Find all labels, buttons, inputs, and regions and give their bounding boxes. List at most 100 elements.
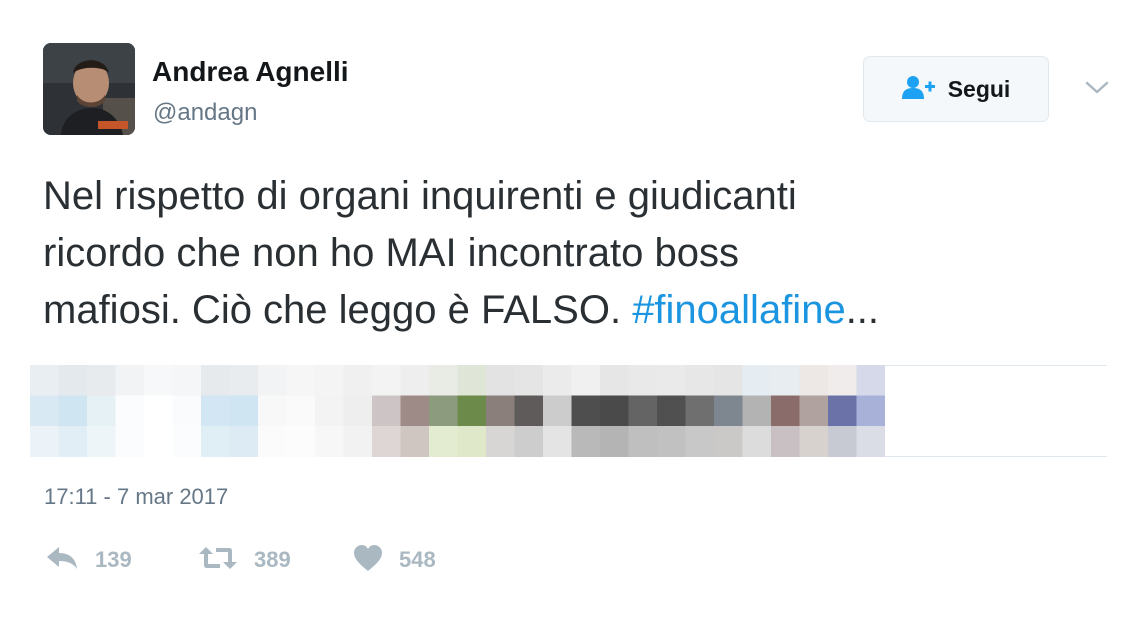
tweet-truncation: ... — [845, 288, 880, 332]
mosaic-cell — [172, 365, 202, 396]
mosaic-cell — [429, 365, 459, 396]
mosaic-cell — [58, 426, 88, 457]
author-display-name[interactable]: Andrea Agnelli — [152, 56, 349, 88]
add-user-icon — [901, 75, 936, 104]
mosaic-cell — [400, 426, 430, 457]
mosaic-cell — [571, 395, 601, 427]
like-count: 548 — [399, 547, 436, 572]
mosaic-cell — [514, 426, 544, 457]
mosaic-cell — [144, 365, 174, 396]
mosaic-cell — [343, 426, 373, 457]
mosaic-cell — [486, 395, 516, 427]
reply-button[interactable]: 139 — [45, 543, 132, 577]
mosaic-cell — [600, 426, 630, 457]
heart-icon — [353, 544, 383, 577]
mosaic-cell — [115, 426, 145, 457]
mosaic-cell — [685, 395, 715, 427]
mosaic-cell — [571, 426, 601, 457]
mosaic-cell — [400, 395, 430, 427]
mosaic-cell — [343, 365, 373, 396]
tweet-text: Nel rispetto di organi inquirenti e giud… — [43, 168, 1113, 339]
mosaic-cell — [714, 395, 744, 427]
mosaic-cell — [58, 395, 88, 427]
avatar[interactable] — [43, 43, 135, 135]
mosaic-cell — [828, 365, 858, 396]
like-button[interactable]: 548 — [353, 543, 436, 577]
tweet-text-line-2: ricordo che non ho MAI incontrato boss — [43, 231, 739, 275]
mosaic-cell — [600, 395, 630, 427]
author-handle[interactable]: @andagn — [153, 99, 257, 127]
mosaic-cell — [58, 365, 88, 396]
tweet-timestamp[interactable]: 17:11 - 7 mar 2017 — [44, 484, 228, 510]
mosaic-cell — [144, 426, 174, 457]
mosaic-cell — [771, 365, 801, 396]
divider-bottom — [885, 456, 1107, 457]
mosaic-cell — [87, 426, 117, 457]
mosaic-cell — [543, 365, 573, 396]
mosaic-cell — [258, 365, 288, 396]
mosaic-cell — [144, 395, 174, 427]
retweet-icon — [198, 545, 238, 576]
mosaic-cell — [657, 395, 687, 427]
mosaic-cell — [229, 395, 259, 427]
mosaic-cell — [429, 426, 459, 457]
follow-button[interactable]: Segui — [863, 56, 1049, 122]
mosaic-cell — [799, 365, 829, 396]
reply-count: 139 — [95, 547, 132, 572]
mosaic-cell — [628, 395, 658, 427]
mosaic-cell — [115, 365, 145, 396]
mosaic-cell — [685, 426, 715, 457]
mosaic-cell — [543, 395, 573, 427]
mosaic-cell — [771, 395, 801, 427]
mosaic-cell — [87, 365, 117, 396]
retweet-button[interactable]: 389 — [198, 543, 291, 577]
mosaic-cell — [172, 395, 202, 427]
reply-icon — [45, 545, 79, 576]
mosaic-cell — [657, 365, 687, 396]
mosaic-cell — [799, 426, 829, 457]
mosaic-cell — [343, 395, 373, 427]
mosaic-cell — [742, 395, 772, 427]
mosaic-cell — [400, 365, 430, 396]
mosaic-cell — [856, 426, 886, 457]
mosaic-cell — [856, 395, 886, 427]
mosaic-cell — [714, 426, 744, 457]
tweet-text-line-1: Nel rispetto di organi inquirenti e giud… — [43, 174, 797, 218]
tweet-text-line-3: mafiosi. Ciò che leggo è FALSO. — [43, 288, 633, 332]
mosaic-cell — [600, 365, 630, 396]
mosaic-cell — [543, 426, 573, 457]
mosaic-cell — [799, 395, 829, 427]
mosaic-cell — [286, 426, 316, 457]
mosaic-cell — [714, 365, 744, 396]
mosaic-cell — [201, 395, 231, 427]
mosaic-cell — [828, 426, 858, 457]
tweet-card: Andrea Agnelli @andagn Segui Nel rispett… — [0, 0, 1146, 630]
mosaic-cell — [87, 395, 117, 427]
mosaic-cell — [201, 426, 231, 457]
mosaic-cell — [30, 365, 60, 396]
mosaic-cell — [286, 395, 316, 427]
mosaic-cell — [514, 395, 544, 427]
mosaic-cell — [457, 365, 487, 396]
mosaic-cell — [30, 395, 60, 427]
mosaic-cell — [172, 426, 202, 457]
mosaic-cell — [742, 365, 772, 396]
pixelated-embed — [30, 365, 1107, 457]
mosaic-cell — [286, 365, 316, 396]
chevron-down-icon[interactable] — [1084, 78, 1110, 98]
mosaic-cell — [229, 365, 259, 396]
mosaic-cell — [486, 365, 516, 396]
mosaic-cell — [258, 426, 288, 457]
mosaic-cell — [742, 426, 772, 457]
mosaic-cell — [372, 395, 402, 427]
mosaic-cell — [457, 426, 487, 457]
retweet-count: 389 — [254, 547, 291, 572]
mosaic-cell — [115, 395, 145, 427]
hashtag-link[interactable]: #finoallafine — [632, 288, 846, 332]
mosaic-cell — [315, 395, 345, 427]
mosaic-cell — [30, 426, 60, 457]
mosaic-cell — [514, 365, 544, 396]
mosaic-cell — [372, 426, 402, 457]
mosaic-cell — [571, 365, 601, 396]
mosaic-cell — [372, 365, 402, 396]
